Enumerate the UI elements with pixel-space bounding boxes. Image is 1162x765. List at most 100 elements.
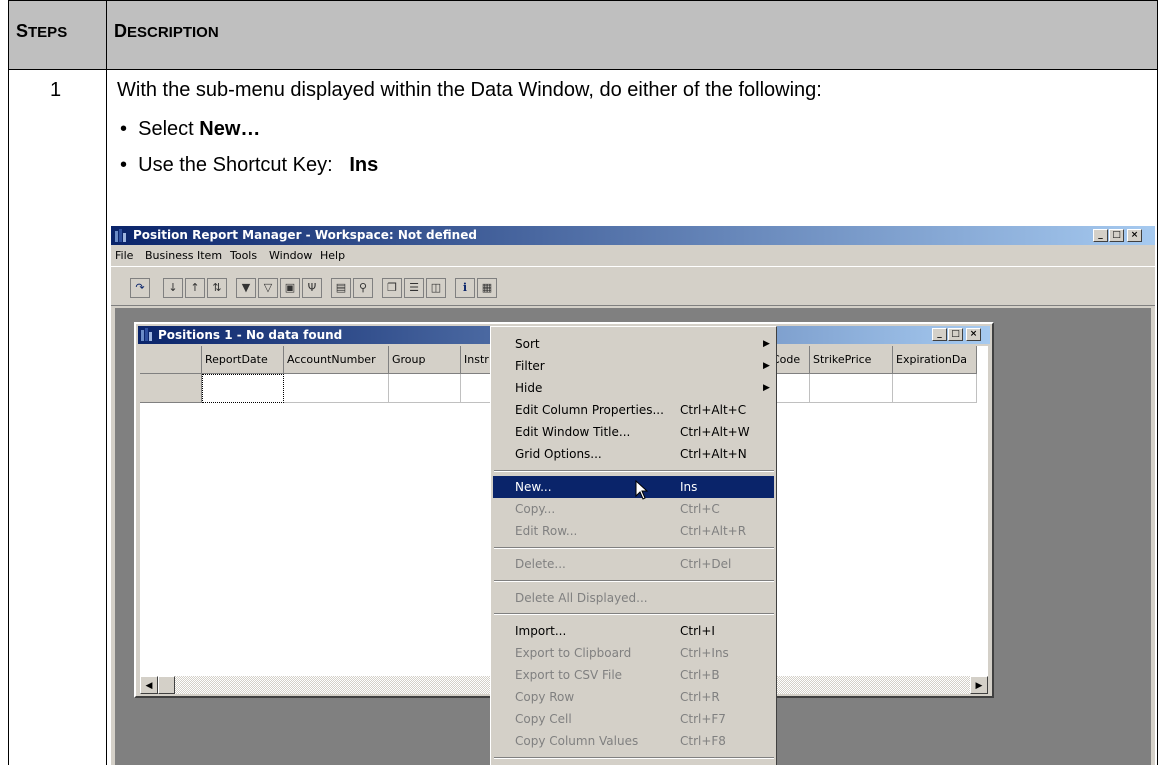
tile-vertical-icon[interactable]: ◫ (426, 278, 446, 298)
find-icon[interactable]: ⚲ (353, 278, 373, 298)
child-close-button[interactable]: × (966, 328, 981, 341)
menu-item-copy[interactable]: Copy... Ctrl+C (493, 498, 774, 520)
menu-item-label: Edit Row... (515, 524, 578, 538)
menu-tools[interactable]: Tools (230, 249, 257, 262)
menu-item-label: Grid Options... (515, 447, 602, 461)
column-header-reportdate[interactable]: ReportDate (202, 346, 284, 374)
menu-item-label: Edit Window Title... (515, 425, 631, 439)
grid-cell[interactable] (284, 374, 389, 403)
close-button[interactable]: × (1127, 229, 1142, 242)
menu-item-hide[interactable]: Hide ▶ (493, 377, 774, 399)
menu-business-item[interactable]: Business Item (145, 249, 222, 262)
menu-bar: File Business Item Tools Window Help (111, 245, 1155, 265)
clear-filter-icon[interactable]: ▽ (258, 278, 278, 298)
minimize-button[interactable]: _ (1093, 229, 1108, 242)
sort-custom-icon[interactable]: ⇅ (207, 278, 227, 298)
menu-item-shortcut: Ctrl+Del (680, 557, 732, 571)
child-minimize-button[interactable]: _ (932, 328, 947, 341)
menu-separator (494, 757, 774, 759)
step-number: 1 (50, 79, 62, 101)
child-maximize-button[interactable]: □ (948, 328, 963, 341)
menu-item-label: Copy Cell (515, 712, 572, 726)
menu-item-shortcut: Ctrl+R (680, 690, 720, 704)
app-titlebar[interactable]: Position Report Manager - Workspace: Not… (111, 226, 1155, 245)
column-header-strikeprice[interactable]: StrikePrice (810, 346, 893, 374)
menu-item-export-clipboard[interactable]: Export to Clipboard Ctrl+Ins (493, 642, 774, 664)
cascade-icon[interactable]: ❐ (382, 278, 402, 298)
menu-item-edit-window-title[interactable]: Edit Window Title... Ctrl+Alt+W (493, 421, 774, 443)
menu-file[interactable]: File (115, 249, 133, 262)
filter-box-icon[interactable]: ▣ (280, 278, 300, 298)
menu-item-label: Edit Column Properties... (515, 403, 664, 417)
header-steps: STEPS (16, 21, 67, 42)
header-steps-rest: TEPS (28, 24, 68, 41)
menu-item-shortcut: Ctrl+Alt+C (680, 403, 747, 417)
menu-item-label: Sort (515, 337, 540, 351)
filter-icon[interactable]: ▼ (236, 278, 256, 298)
row-selector[interactable] (140, 374, 202, 403)
scroll-right-icon[interactable]: ▶ (970, 676, 988, 694)
print-icon[interactable]: ▤ (331, 278, 351, 298)
menu-item-label: Copy... (515, 502, 556, 516)
bullet-shortcut: • Use the Shortcut Key: Ins (120, 154, 379, 176)
context-menu: Sort ▶ Filter ▶ Hide ▶ Edit Column Properti… (490, 326, 777, 765)
menu-item-filter[interactable]: Filter ▶ (493, 355, 774, 377)
app-title: Position Report Manager - Workspace: Not… (133, 228, 477, 242)
menu-item-import[interactable]: Import... Ctrl+I (493, 620, 774, 642)
menu-item-label: Delete... (515, 557, 566, 571)
filter-tree-icon[interactable]: Ψ (302, 278, 322, 298)
scroll-thumb[interactable] (158, 676, 175, 694)
menu-item-copy-cell[interactable]: Copy Cell Ctrl+F7 (493, 708, 774, 730)
bullet-select-new: • Select New… (120, 118, 261, 140)
menu-item-shortcut: Ctrl+C (680, 502, 720, 516)
menu-separator (494, 613, 774, 615)
menu-item-shortcut: Ctrl+I (680, 624, 715, 638)
menu-item-edit-column-properties[interactable]: Edit Column Properties... Ctrl+Alt+C (493, 399, 774, 421)
menu-item-grid-options[interactable]: Grid Options... Ctrl+Alt+N (493, 443, 774, 465)
header-desc-cap: D (114, 21, 127, 41)
menu-item-shortcut: Ctrl+F8 (680, 734, 726, 748)
sort-ascending-icon[interactable]: ↓ (163, 278, 183, 298)
refresh-icon[interactable]: ↷ (130, 278, 150, 298)
maximize-button[interactable]: □ (1109, 229, 1124, 242)
menu-item-sort[interactable]: Sort ▶ (493, 333, 774, 355)
menu-separator (494, 547, 774, 549)
toolbar: ↷ ↓ ↑ ⇅ ▼ ▽ ▣ Ψ ▤ ⚲ ❐ ☰ ◫ i ▦ (111, 266, 1155, 306)
grid-cell[interactable] (893, 374, 977, 403)
menu-window[interactable]: Window (269, 249, 312, 262)
header-description: DESCRIPTION (114, 21, 219, 42)
tile-horizontal-icon[interactable]: ☰ (404, 278, 424, 298)
header-desc-rest: ESCRIPTION (127, 24, 219, 41)
bullet2-bold: Ins (349, 154, 379, 176)
menu-item-shortcut: Ctrl+Alt+N (680, 447, 747, 461)
menu-item-copy-row[interactable]: Copy Row Ctrl+R (493, 686, 774, 708)
column-header-expirationdate[interactable]: ExpirationDa (893, 346, 977, 374)
grid-cell[interactable] (810, 374, 893, 403)
menu-item-delete[interactable]: Delete... Ctrl+Del (493, 553, 774, 575)
column-header-accountnumber[interactable]: AccountNumber (284, 346, 389, 374)
menu-item-edit-row[interactable]: Edit Row... Ctrl+Alt+R (493, 520, 774, 542)
menu-item-label: Copy Column Values (515, 734, 639, 748)
data-window-title: Positions 1 - No data found (158, 328, 343, 342)
menu-separator (494, 470, 774, 472)
menu-item-label: Delete All Displayed... (515, 591, 648, 605)
grid-cell[interactable] (389, 374, 461, 403)
menu-item-copy-column-values[interactable]: Copy Column Values Ctrl+F8 (493, 730, 774, 752)
step-description: With the sub-menu displayed within the D… (117, 79, 822, 101)
menu-item-label: Hide (515, 381, 543, 395)
scroll-left-icon[interactable]: ◀ (140, 676, 158, 694)
menu-help[interactable]: Help (320, 249, 345, 262)
grid-icon[interactable]: ▦ (477, 278, 497, 298)
menu-item-delete-all-displayed[interactable]: Delete All Displayed... (493, 587, 774, 609)
sort-descending-icon[interactable]: ↑ (185, 278, 205, 298)
column-header-group[interactable]: Group (389, 346, 461, 374)
menu-item-new[interactable]: New... Ins (493, 476, 774, 500)
bullet1-text: Select (138, 118, 200, 140)
menu-item-label: Export to CSV File (515, 668, 623, 682)
column-divider (106, 0, 107, 765)
submenu-arrow-icon: ▶ (763, 339, 770, 349)
grid-cell-active[interactable] (202, 374, 284, 403)
info-icon[interactable]: i (455, 278, 475, 298)
menu-item-export-csv[interactable]: Export to CSV File Ctrl+B (493, 664, 774, 686)
menu-item-label: Export to Clipboard (515, 646, 632, 660)
